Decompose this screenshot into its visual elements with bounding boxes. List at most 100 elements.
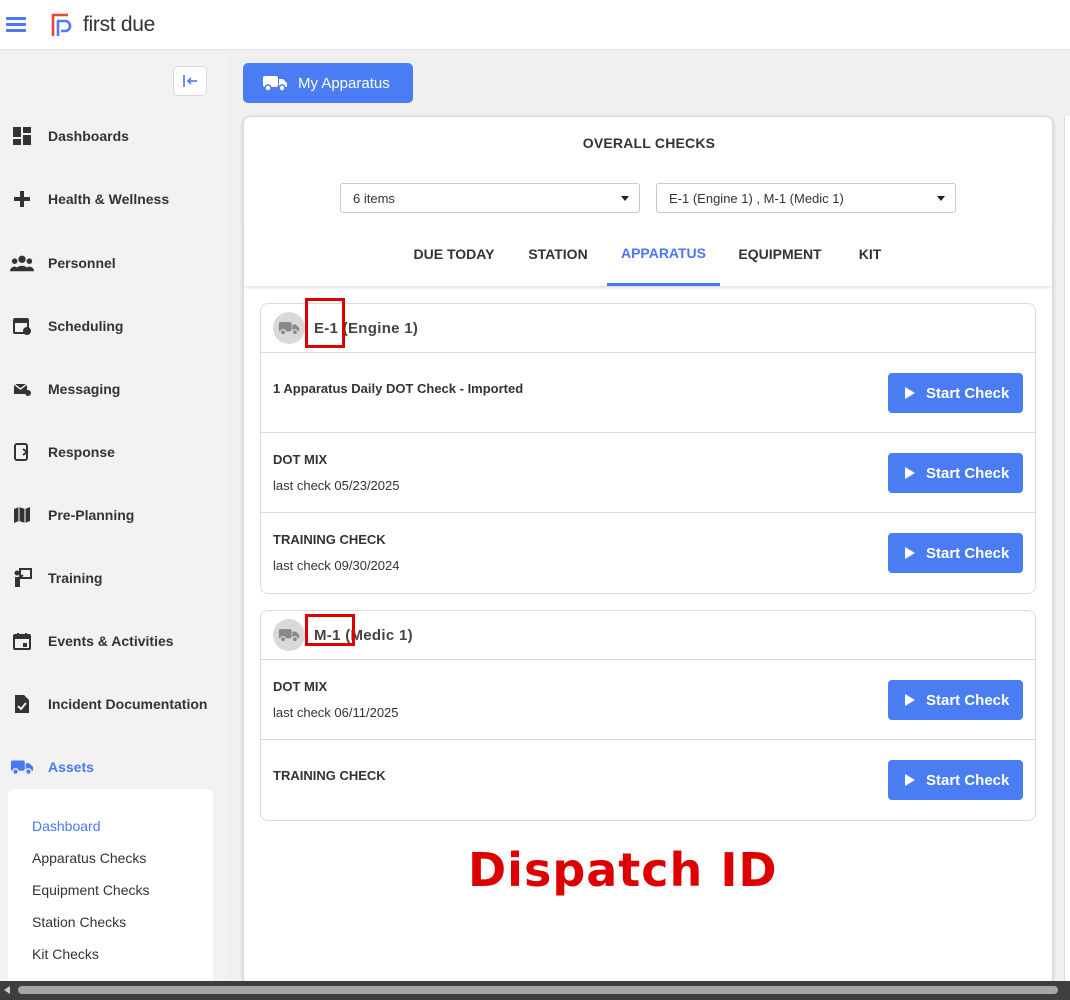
last-check-date: last check 05/23/2025: [273, 478, 400, 493]
truck-icon: [273, 619, 305, 651]
top-bar: first due: [0, 0, 1070, 50]
sidebar-item-messaging[interactable]: Messaging: [0, 369, 228, 409]
submenu-kit-checks[interactable]: Kit Checks: [32, 946, 99, 962]
sidebar-item-personnel[interactable]: Personnel: [0, 243, 228, 283]
chevron-down-icon: [621, 195, 629, 201]
check-row: DOT MIX last check 05/23/2025 Start Chec…: [261, 433, 1035, 513]
submenu-equipment-checks[interactable]: Equipment Checks: [32, 882, 150, 898]
sidebar-item-response[interactable]: Response: [0, 432, 228, 472]
sidebar-item-dashboards[interactable]: Dashboards: [0, 116, 228, 156]
annotation-highlight-box: [305, 614, 355, 646]
sidebar: Dashboards Health & Wellness Personnel S…: [0, 51, 228, 989]
check-title: 1 Apparatus Daily DOT Check - Imported: [273, 381, 524, 396]
response-icon: [10, 440, 34, 464]
check-title: DOT MIX: [273, 452, 328, 467]
play-icon: [905, 467, 915, 479]
check-row: 1 Apparatus Daily DOT Check - Imported S…: [261, 353, 1035, 433]
tab-kit[interactable]: KIT: [840, 222, 900, 286]
submenu-dashboard[interactable]: Dashboard: [32, 818, 101, 834]
play-icon: [905, 774, 915, 786]
start-check-button[interactable]: Start Check: [888, 533, 1023, 573]
sidebar-item-assets[interactable]: Assets: [0, 747, 228, 787]
sidebar-item-label: Dashboards: [48, 128, 129, 144]
check-row: TRAINING CHECK Start Check: [261, 740, 1035, 820]
apparatus-group-header: E-1 (Engine 1): [261, 304, 1035, 353]
sidebar-item-label: Messaging: [48, 381, 121, 397]
start-check-button[interactable]: Start Check: [888, 680, 1023, 720]
start-check-label: Start Check: [926, 464, 1010, 482]
apparatus-select[interactable]: E-1 (Engine 1) , M-1 (Medic 1): [656, 183, 956, 213]
plus-icon: [10, 187, 34, 211]
my-apparatus-label: My Apparatus: [298, 74, 390, 92]
start-check-label: Start Check: [926, 691, 1010, 709]
chevron-down-icon: [937, 195, 945, 201]
submenu-station-checks[interactable]: Station Checks: [32, 914, 126, 930]
adjacent-card-edge: [1064, 116, 1070, 986]
people-icon: [10, 251, 34, 275]
check-title: TRAINING CHECK: [273, 532, 386, 547]
main-content: My Apparatus OVERALL CHECKS 6 items E-1 …: [228, 51, 1070, 986]
check-title: DOT MIX: [273, 679, 328, 694]
collapse-sidebar-button[interactable]: [173, 66, 207, 96]
annotation-label: Dispatch ID: [468, 843, 778, 897]
last-check-date: last check 06/11/2025: [273, 705, 399, 720]
sidebar-item-label: Assets: [48, 759, 94, 775]
scrollbar-thumb[interactable]: [18, 986, 1058, 994]
play-icon: [905, 387, 915, 399]
mail-icon: [10, 377, 34, 401]
start-check-label: Start Check: [926, 384, 1010, 402]
apparatus-group-m1: M-1 (Medic 1) DOT MIX last check 06/11/2…: [260, 610, 1036, 821]
truck-icon: [263, 76, 287, 92]
sidebar-item-incident-documentation[interactable]: Incident Documentation: [0, 684, 228, 724]
horizontal-scrollbar[interactable]: [0, 981, 1070, 1000]
scroll-left-icon[interactable]: [4, 986, 10, 994]
hamburger-menu-icon[interactable]: [6, 17, 26, 32]
app-logo[interactable]: first due: [50, 12, 155, 38]
tab-equipment[interactable]: EQUIPMENT: [725, 222, 835, 286]
last-check-date: last check 09/30/2024: [273, 558, 400, 573]
apparatus-group-header: M-1 (Medic 1): [261, 611, 1035, 660]
first-due-logo-icon: [51, 13, 72, 36]
check-row: TRAINING CHECK last check 09/30/2024 Sta…: [261, 513, 1035, 593]
check-row: DOT MIX last check 06/11/2025 Start Chec…: [261, 660, 1035, 740]
sidebar-item-label: Health & Wellness: [48, 191, 170, 207]
sidebar-item-label: Scheduling: [48, 318, 124, 334]
calendar-clock-icon: [10, 314, 34, 338]
sidebar-item-scheduling[interactable]: Scheduling: [0, 306, 228, 346]
sidebar-item-health-wellness[interactable]: Health & Wellness: [0, 179, 228, 219]
sidebar-item-pre-planning[interactable]: Pre-Planning: [0, 495, 228, 535]
tab-station[interactable]: STATION: [514, 222, 602, 286]
map-icon: [10, 503, 34, 527]
event-calendar-icon: [10, 629, 34, 653]
assets-submenu: Dashboard Apparatus Checks Equipment Che…: [8, 789, 213, 989]
document-check-icon: [10, 692, 34, 716]
sidebar-item-label: Pre-Planning: [48, 507, 135, 523]
collapse-left-icon: [183, 75, 197, 87]
sidebar-item-training[interactable]: Training: [0, 558, 228, 598]
start-check-button[interactable]: Start Check: [888, 453, 1023, 493]
my-apparatus-button[interactable]: My Apparatus: [243, 63, 413, 103]
truck-icon: [10, 755, 34, 779]
start-check-button[interactable]: Start Check: [888, 760, 1023, 800]
sidebar-item-label: Training: [48, 570, 103, 586]
tab-apparatus[interactable]: APPARATUS: [607, 222, 720, 286]
sidebar-item-events-activities[interactable]: Events & Activities: [0, 621, 228, 661]
tab-due-today[interactable]: DUE TODAY: [399, 222, 509, 286]
dashboard-icon: [10, 124, 34, 148]
apparatus-select-value: E-1 (Engine 1) , M-1 (Medic 1): [669, 190, 844, 206]
sidebar-item-label: Incident Documentation: [48, 696, 208, 712]
submenu-apparatus-checks[interactable]: Apparatus Checks: [32, 850, 146, 866]
apparatus-group-e1: E-1 (Engine 1) 1 Apparatus Daily DOT Che…: [260, 303, 1036, 594]
start-check-button[interactable]: Start Check: [888, 373, 1023, 413]
items-select[interactable]: 6 items: [340, 183, 640, 213]
overall-checks-title: OVERALL CHECKS: [582, 135, 716, 151]
items-select-value: 6 items: [353, 190, 395, 206]
play-icon: [905, 694, 915, 706]
check-title: TRAINING CHECK: [273, 768, 386, 783]
play-icon: [905, 547, 915, 559]
truck-icon: [273, 312, 305, 344]
start-check-label: Start Check: [926, 771, 1010, 789]
sidebar-item-label: Events & Activities: [48, 633, 174, 649]
annotation-highlight-box: [305, 298, 345, 348]
sidebar-item-label: Response: [48, 444, 115, 460]
